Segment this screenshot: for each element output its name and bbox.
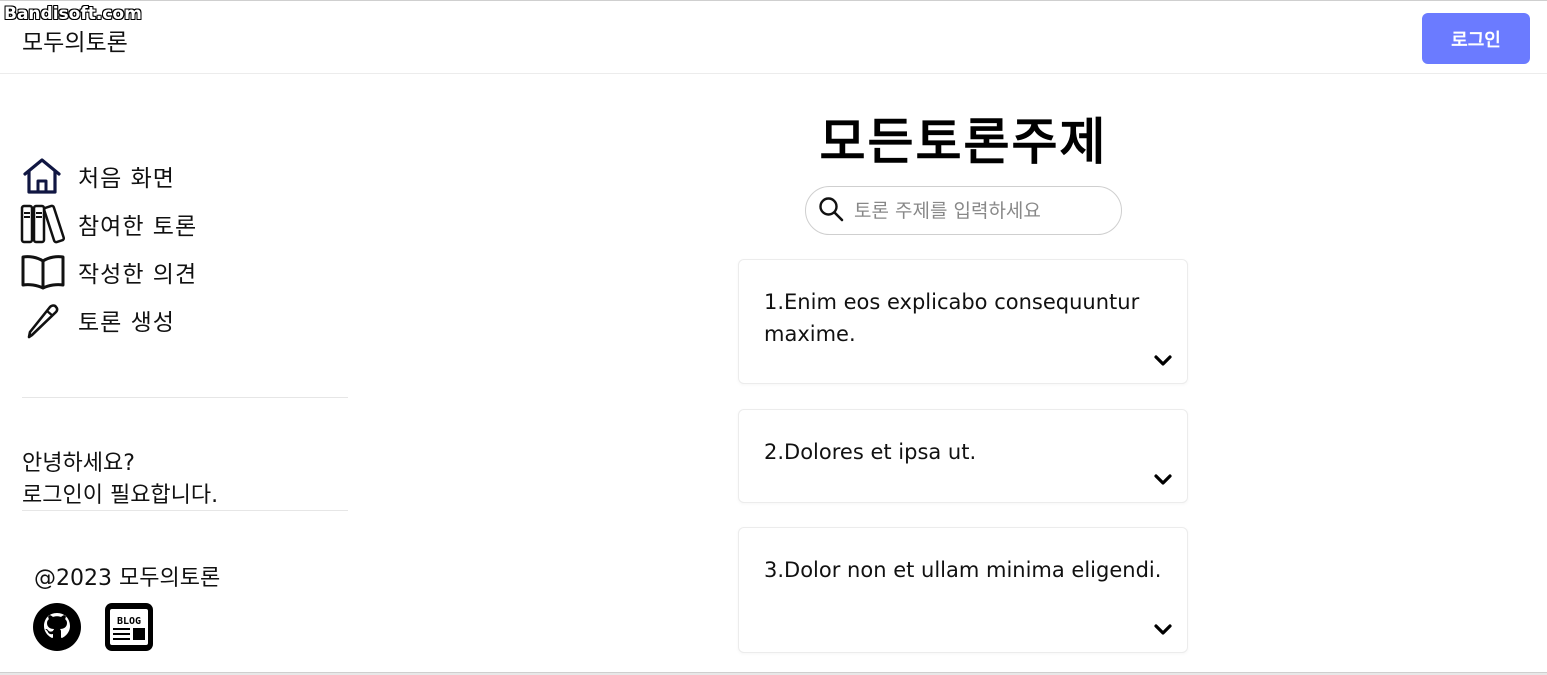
login-button[interactable]: 로그인: [1422, 13, 1530, 64]
search-box[interactable]: [805, 186, 1122, 235]
sidebar-item-participated[interactable]: 참여한 토론: [20, 202, 340, 246]
sidebar-item-written[interactable]: 작성한 의견: [20, 250, 340, 294]
divider: [22, 510, 348, 511]
chevron-down-icon[interactable]: [1153, 622, 1173, 636]
books-icon: [20, 202, 70, 246]
page-title: 모든토론주제: [819, 113, 1108, 171]
top-bar: 모두의토론 로그인: [0, 0, 1547, 74]
chevron-down-icon[interactable]: [1153, 472, 1173, 486]
topic-card[interactable]: 2.Dolores et ipsa ut.: [738, 409, 1188, 503]
watermark: Bandisoft.com: [4, 4, 142, 24]
sidebar-item-home[interactable]: 처음 화면: [20, 154, 340, 198]
sidebar-item-label: 토론 생성: [78, 310, 175, 336]
main-content: 모든토론주제 1.Enim eos explicabo consequuntur…: [360, 74, 1547, 674]
sidebar: 처음 화면 참여한 토론 작성한 의견 토론 생성 안녕하세요? 로그인이 필요…: [0, 74, 360, 674]
pencil-icon: [20, 298, 70, 342]
topic-title: 3.Dolor non et ullam minima eligendi.: [764, 558, 1162, 582]
sidebar-item-label: 작성한 의견: [78, 262, 198, 288]
github-link[interactable]: [32, 602, 82, 652]
sidebar-item-create[interactable]: 토론 생성: [20, 298, 340, 342]
sidebar-item-label: 참여한 토론: [78, 214, 198, 240]
site-logo[interactable]: 모두의토론: [22, 23, 128, 57]
search-input[interactable]: [854, 199, 1104, 222]
login-greeting: 안녕하세요? 로그인이 필요합니다.: [22, 448, 218, 512]
greeting-line: 안녕하세요?: [22, 451, 135, 476]
open-book-icon: [20, 250, 70, 294]
topic-card[interactable]: 1.Enim eos explicabo consequuntur maxime…: [738, 259, 1188, 384]
copyright: @2023 모두의토론: [34, 566, 221, 591]
topic-title: 1.Enim eos explicabo consequuntur maxime…: [764, 290, 1140, 346]
blog-icon: BLOG: [104, 603, 154, 656]
sidebar-item-label: 처음 화면: [78, 166, 175, 192]
divider: [22, 397, 348, 398]
home-icon: [20, 154, 70, 198]
chevron-down-icon[interactable]: [1153, 353, 1173, 367]
github-icon: [32, 603, 82, 656]
blog-icon-text: BLOG: [117, 616, 141, 627]
blog-link[interactable]: BLOG: [104, 602, 154, 652]
search-icon[interactable]: [818, 196, 844, 226]
greeting-line: 로그인이 필요합니다.: [22, 483, 219, 508]
topic-card[interactable]: 3.Dolor non et ullam minima eligendi.: [738, 527, 1188, 653]
topic-title: 2.Dolores et ipsa ut.: [764, 440, 977, 464]
